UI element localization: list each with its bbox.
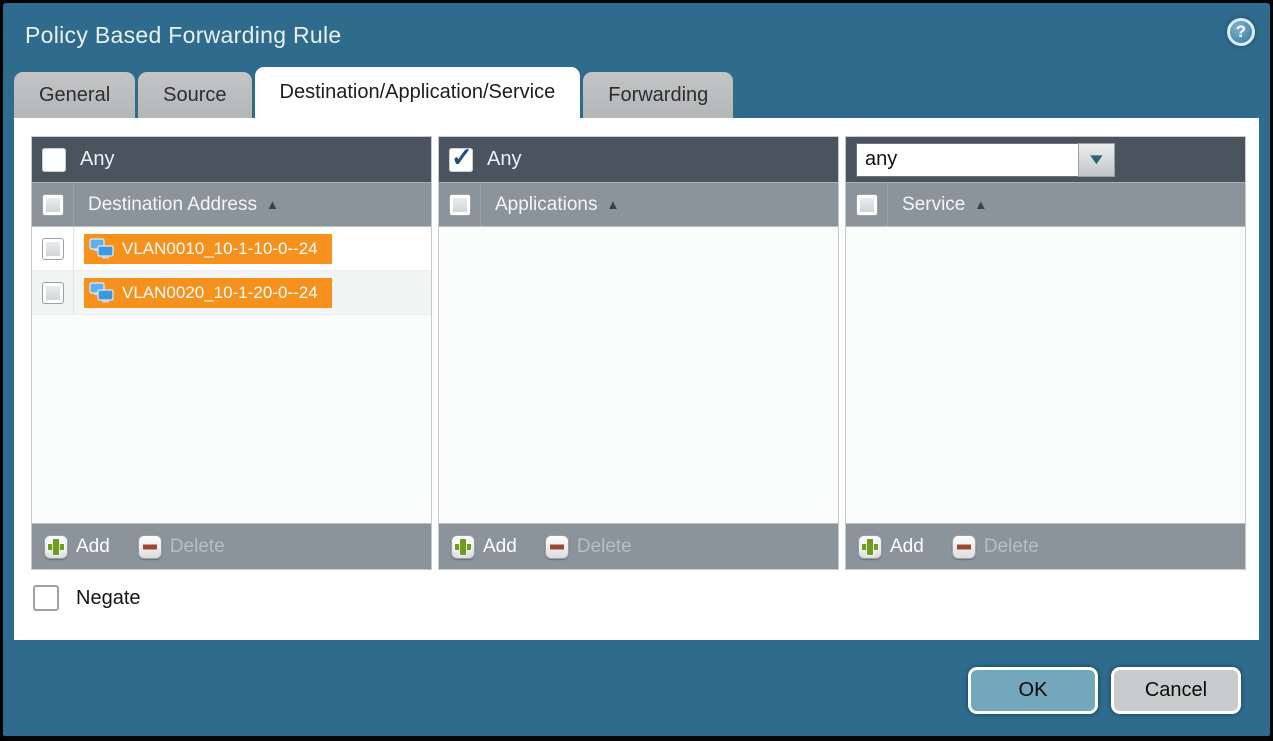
applications-toolbar: Add Delete [439, 523, 838, 569]
tab-destination-application-service[interactable]: Destination/Application/Service [255, 67, 581, 118]
service-dropdown-bar: ▼ [846, 137, 1245, 183]
add-button[interactable]: Add [451, 535, 517, 559]
applications-column-label[interactable]: Applications [495, 194, 597, 216]
delete-icon [545, 535, 569, 559]
delete-button[interactable]: Delete [952, 535, 1039, 559]
tab-general[interactable]: General [14, 72, 135, 118]
network-icon [89, 238, 115, 260]
service-toolbar: Add Delete [846, 523, 1245, 569]
panels-container: Any Destination Address ▲ [31, 136, 1246, 570]
sort-asc-icon[interactable]: ▲ [606, 197, 619, 212]
add-button[interactable]: Add [858, 535, 924, 559]
service-list [846, 227, 1245, 523]
delete-button[interactable]: Delete [545, 535, 632, 559]
applications-list [439, 227, 838, 523]
service-panel: ▼ Service ▲ Add [845, 136, 1246, 570]
sort-asc-icon[interactable]: ▲ [266, 197, 279, 212]
negate-option: Negate [33, 585, 141, 611]
delete-button[interactable]: Delete [138, 535, 225, 559]
add-icon [451, 535, 475, 559]
destination-address-label: VLAN0010_10-1-10-0--24 [122, 239, 318, 259]
policy-based-forwarding-dialog: Policy Based Forwarding Rule ? General S… [0, 0, 1273, 741]
add-icon [858, 535, 882, 559]
destination-panel: Any Destination Address ▲ [31, 136, 432, 570]
destination-any-checkbox[interactable] [42, 148, 66, 172]
tab-forwarding[interactable]: Forwarding [583, 72, 733, 118]
service-select-all-checkbox[interactable] [856, 194, 878, 216]
applications-panel: ✓ Any Applications ▲ Add [438, 136, 839, 570]
destination-address-label: VLAN0020_10-1-20-0--24 [122, 283, 318, 303]
checkmark-icon: ✓ [451, 142, 473, 173]
destination-any-bar: Any [32, 137, 431, 183]
destination-list: VLAN0010_10-1-10-0--24 [32, 227, 431, 523]
destination-address-chip[interactable]: VLAN0010_10-1-10-0--24 [84, 234, 332, 264]
tab-source[interactable]: Source [138, 72, 251, 118]
cancel-button[interactable]: Cancel [1111, 667, 1241, 714]
applications-any-label: Any [487, 148, 521, 171]
destination-column-header: Destination Address ▲ [32, 183, 431, 227]
tab-bar: General Source Destination/Application/S… [14, 67, 733, 118]
row-checkbox[interactable] [42, 282, 64, 304]
applications-select-all-checkbox[interactable] [449, 194, 471, 216]
sort-asc-icon[interactable]: ▲ [974, 197, 987, 212]
help-icon[interactable]: ? [1227, 18, 1255, 46]
network-icon [89, 282, 115, 304]
tab-content: Any Destination Address ▲ [14, 118, 1259, 640]
row-checkbox[interactable] [42, 238, 64, 260]
delete-icon [138, 535, 162, 559]
applications-any-bar: ✓ Any [439, 137, 838, 183]
ok-button[interactable]: OK [968, 667, 1098, 714]
dialog-title: Policy Based Forwarding Rule [25, 22, 342, 49]
service-combobox: ▼ [856, 143, 1115, 177]
destination-any-label: Any [80, 148, 114, 171]
destination-select-all-checkbox[interactable] [42, 194, 64, 216]
add-icon [44, 535, 68, 559]
delete-icon [952, 535, 976, 559]
applications-column-header: Applications ▲ [439, 183, 838, 227]
dialog-footer: OK Cancel [3, 640, 1270, 736]
destination-toolbar: Add Delete [32, 523, 431, 569]
negate-label: Negate [76, 587, 141, 610]
service-column-header: Service ▲ [846, 183, 1245, 227]
chevron-down-icon: ▼ [1086, 151, 1107, 168]
table-row[interactable]: VLAN0010_10-1-10-0--24 [32, 227, 431, 271]
service-dropdown-button[interactable]: ▼ [1078, 143, 1115, 177]
destination-column-label[interactable]: Destination Address [88, 194, 257, 216]
add-button[interactable]: Add [44, 535, 110, 559]
negate-checkbox[interactable] [33, 585, 59, 611]
service-dropdown-input[interactable] [856, 143, 1078, 177]
applications-any-checkbox[interactable]: ✓ [449, 148, 473, 172]
table-row[interactable]: VLAN0020_10-1-20-0--24 [32, 271, 431, 315]
service-column-label[interactable]: Service [902, 194, 965, 216]
destination-address-chip[interactable]: VLAN0020_10-1-20-0--24 [84, 278, 332, 308]
